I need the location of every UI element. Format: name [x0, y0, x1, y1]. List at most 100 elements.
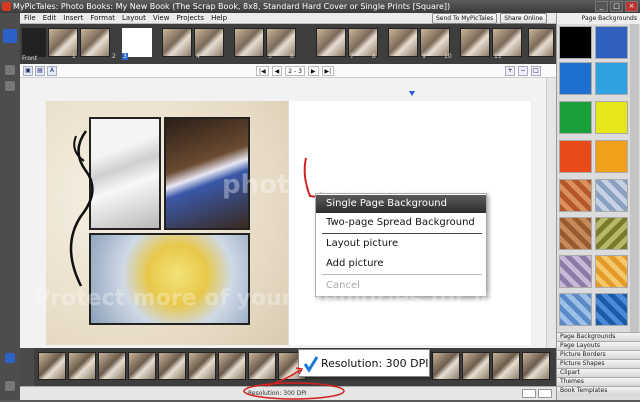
page-thumbnail[interactable] [80, 28, 110, 57]
menu-format[interactable]: Format [90, 13, 115, 23]
strip-toggle-icon[interactable] [5, 353, 15, 363]
photo-thumbnail[interactable] [38, 352, 66, 380]
page-thumbnail[interactable] [316, 28, 346, 57]
tab-picture-borders[interactable]: Picture Borders [557, 350, 640, 359]
background-swatch[interactable] [595, 140, 628, 173]
background-swatch[interactable] [559, 140, 592, 173]
page-number: 5 [268, 53, 272, 60]
pattern-swatch[interactable] [559, 179, 592, 212]
menu-file[interactable]: File [24, 13, 36, 23]
background-swatch[interactable] [595, 62, 628, 95]
page-navigator: |◀ ◀ 2 - 3 ▶ ▶| [256, 66, 335, 76]
background-swatch[interactable] [595, 26, 628, 59]
left-toolbar [0, 13, 20, 400]
pages-icon[interactable] [5, 381, 15, 391]
tab-book-templates[interactable]: Book Templates [557, 386, 640, 395]
page-center-marker [409, 91, 415, 96]
page-number: 8 [372, 53, 376, 60]
page-thumbnail[interactable] [162, 28, 192, 57]
status-control[interactable] [522, 389, 536, 398]
editor-scrollbar[interactable] [546, 78, 556, 348]
background-swatch[interactable] [559, 62, 592, 95]
front-cover-thumbnail[interactable] [22, 28, 46, 57]
tab-picture-shapes[interactable]: Picture Shapes [557, 359, 640, 368]
background-swatch[interactable] [595, 101, 628, 134]
select-tool-icon[interactable]: ▣ [23, 66, 33, 76]
pattern-swatch[interactable] [559, 217, 592, 250]
send-to-mypictales-button[interactable]: Send To MyPicTales [432, 13, 498, 24]
app-icon [2, 2, 11, 11]
status-control[interactable] [538, 389, 552, 398]
strip-side-controls [20, 348, 34, 386]
home-icon[interactable] [3, 29, 17, 43]
photo-thumbnail[interactable] [522, 352, 550, 380]
page-number: 11 [494, 53, 502, 60]
minimize-button[interactable]: _ [595, 1, 608, 12]
prev-page-button[interactable]: ◀ [271, 66, 283, 76]
tab-themes[interactable]: Themes [557, 377, 640, 386]
left-page[interactable] [46, 101, 288, 345]
page-thumbnail[interactable] [460, 28, 490, 57]
photo-thumbnail[interactable] [98, 352, 126, 380]
page-number: 9 [422, 53, 426, 60]
background-swatch[interactable] [559, 101, 592, 134]
zoom-controls: + − □ [505, 66, 541, 76]
menu-item-layout-picture[interactable]: Layout picture [316, 235, 486, 253]
pattern-swatch[interactable] [559, 293, 592, 326]
menu-projects[interactable]: Projects [176, 13, 204, 23]
image-tool-icon[interactable]: ▤ [35, 66, 45, 76]
page-thumbnail[interactable] [528, 28, 554, 57]
photo-thumbnail[interactable] [128, 352, 156, 380]
pattern-swatch[interactable] [595, 293, 628, 326]
tab-clipart[interactable]: Clipart [557, 368, 640, 377]
pattern-swatch[interactable] [559, 255, 592, 288]
context-menu: Single Page Background Two-page Spread B… [315, 193, 487, 297]
photo-thumbnail[interactable] [218, 352, 246, 380]
share-online-button[interactable]: Share Online [500, 13, 547, 24]
photo-thumbnail[interactable] [492, 352, 520, 380]
photo-thumbnail[interactable] [158, 352, 186, 380]
last-page-button[interactable]: ▶| [321, 66, 335, 76]
menu-item-add-picture[interactable]: Add picture [316, 255, 486, 273]
fit-icon[interactable]: □ [531, 66, 541, 76]
photo-thumbnail[interactable] [462, 352, 490, 380]
page-number: 2 [112, 53, 116, 60]
pattern-swatch[interactable] [595, 217, 628, 250]
menu-edit[interactable]: Edit [43, 13, 57, 23]
photo-thumbnail[interactable] [188, 352, 216, 380]
pattern-swatch[interactable] [595, 179, 628, 212]
menu-help[interactable]: Help [211, 13, 227, 23]
menu-view[interactable]: View [153, 13, 170, 23]
grid-icon[interactable] [5, 81, 15, 91]
maximize-button[interactable]: □ [610, 1, 623, 12]
background-swatch[interactable] [559, 26, 592, 59]
tab-page-backgrounds[interactable]: Page Backgrounds [557, 332, 640, 341]
close-button[interactable]: × [625, 1, 638, 12]
menu-item-two-page-spread-background[interactable]: Two-page Spread Background [316, 214, 486, 232]
menu-item-single-page-background[interactable]: Single Page Background [316, 195, 486, 213]
window-controls: _ □ × [595, 1, 638, 12]
photo-thumbnail[interactable] [432, 352, 460, 380]
zoom-out-icon[interactable]: − [518, 66, 528, 76]
view-icon[interactable] [5, 65, 15, 75]
panel-scrollbar[interactable] [630, 24, 639, 344]
zoom-in-icon[interactable]: + [505, 66, 515, 76]
menu-item-cancel: Cancel [326, 280, 360, 291]
page-number: 1 [72, 53, 76, 60]
page-thumbnail[interactable] [388, 28, 418, 57]
menu-separator [322, 233, 482, 234]
photo-thumbnail[interactable] [68, 352, 96, 380]
tab-page-layouts[interactable]: Page Layouts [557, 341, 640, 350]
panel-title: Page Backgrounds [557, 13, 640, 24]
next-page-button[interactable]: ▶ [307, 66, 319, 76]
page-thumbnail[interactable] [234, 28, 264, 57]
status-controls [522, 389, 552, 398]
editor-toolbar: ▣ ▤ A |◀ ◀ 2 - 3 ▶ ▶| + − □ [20, 64, 556, 78]
text-tool-icon[interactable]: A [47, 66, 57, 76]
annotation-pointer [265, 367, 304, 387]
menu-insert[interactable]: Insert [63, 13, 83, 23]
first-page-button[interactable]: |◀ [256, 66, 269, 76]
pattern-swatch[interactable] [595, 255, 628, 288]
front-label: Front [22, 55, 38, 62]
menu-layout[interactable]: Layout [122, 13, 146, 23]
